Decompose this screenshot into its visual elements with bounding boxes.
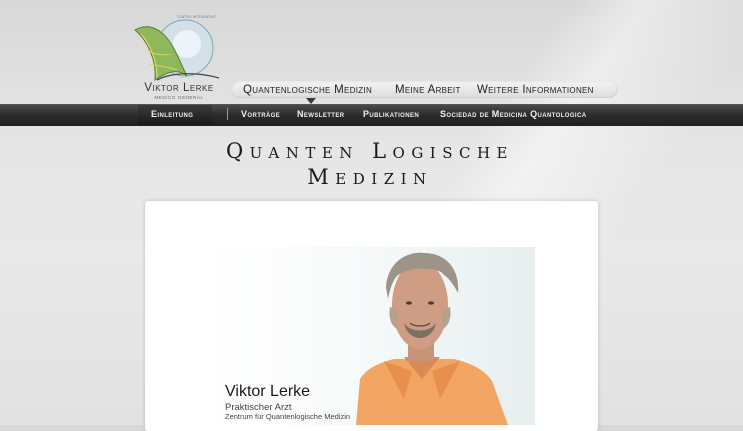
page-title-line2: Medizin — [307, 165, 433, 189]
sub-nav-sociedad[interactable]: Sociedad de Medicina Quantologica — [440, 109, 586, 119]
sub-nav-vortraege[interactable]: Vorträge — [241, 109, 280, 119]
sub-nav-publikationen[interactable]: Publikationen — [363, 109, 419, 119]
logo-subtitle: MEDICO GENERAL — [154, 95, 204, 100]
sub-nav-separator — [227, 108, 228, 120]
intro-video[interactable]: Viktor Lerke Praktischer Arzt Zentrum fü… — [208, 247, 535, 425]
logo-name: Viktor Lerke — [144, 82, 214, 94]
top-nav-quantenlogische-medizin[interactable]: Quantenlogische Medizin — [243, 84, 372, 96]
video-caption-org: Zentrum für Quantenlogische Medizin — [225, 412, 351, 421]
page-title: Quanten Logische Medizin — [150, 138, 590, 190]
top-nav-meine-arbeit[interactable]: Meine Arbeit — [395, 84, 461, 96]
top-nav-weitere-informationen[interactable]: Weitere Informationen — [477, 84, 594, 96]
svg-text:CENTRO INTEGRATIVO: CENTRO INTEGRATIVO — [177, 15, 216, 19]
video-caption-name: Viktor Lerke — [225, 383, 311, 400]
sub-nav-newsletter[interactable]: Newsletter — [297, 109, 345, 119]
sub-nav-einleitung[interactable]: Einleitung — [151, 109, 193, 119]
page-title-line1: Quanten Logische — [225, 139, 515, 163]
